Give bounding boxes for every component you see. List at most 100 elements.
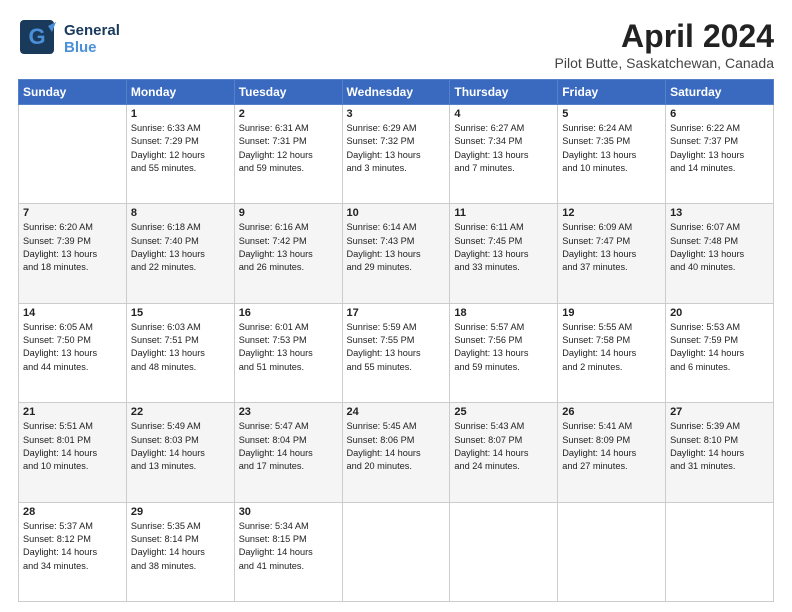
day-number: 13 <box>670 207 769 219</box>
day-number: 19 <box>562 307 661 319</box>
day-info: Sunrise: 6:07 AM Sunset: 7:48 PM Dayligh… <box>670 221 769 274</box>
calendar-cell: 9 Sunrise: 6:16 AM Sunset: 7:42 PM Daylig… <box>234 204 342 303</box>
day-info: Sunrise: 5:59 AM Sunset: 7:55 PM Dayligh… <box>347 321 446 374</box>
calendar-cell: 19Sunrise: 5:55 AM Sunset: 7:58 PM Dayli… <box>558 303 666 402</box>
day-info: Sunrise: 6:03 AM Sunset: 7:51 PM Dayligh… <box>131 321 230 374</box>
calendar-cell: 15 Sunrise: 6:03 AM Sunset: 7:51 PM Dayli… <box>126 303 234 402</box>
day-number: 7 <box>23 207 122 219</box>
logo: G General Blue <box>18 18 120 61</box>
day-number: 20 <box>670 307 769 319</box>
day-info: Sunrise: 6:33 AM Sunset: 7:29 PM Dayligh… <box>131 122 230 175</box>
day-number: 17 <box>347 307 446 319</box>
calendar-cell: 29 Sunrise: 5:35 AM Sunset: 8:14 PM Dayli… <box>126 502 234 601</box>
page: G General Blue April 2024 Pilot Butte, S… <box>0 0 792 612</box>
day-number: 25 <box>454 406 553 418</box>
calendar-week-row: 21 Sunrise: 5:51 AM Sunset: 8:01 PM Dayli… <box>19 403 774 502</box>
calendar-subtitle: Pilot Butte, Saskatchewan, Canada <box>555 55 774 71</box>
calendar-cell: 5 Sunrise: 6:24 AM Sunset: 7:35 PM Daylig… <box>558 105 666 204</box>
logo-icon: G <box>18 18 56 61</box>
calendar-cell <box>450 502 558 601</box>
calendar-cell: 7 Sunrise: 6:20 AM Sunset: 7:39 PM Daylig… <box>19 204 127 303</box>
header: G General Blue April 2024 Pilot Butte, S… <box>18 18 774 71</box>
day-info: Sunrise: 6:11 AM Sunset: 7:45 PM Dayligh… <box>454 221 553 274</box>
calendar-cell: 4 Sunrise: 6:27 AM Sunset: 7:34 PM Daylig… <box>450 105 558 204</box>
day-info: Sunrise: 6:20 AM Sunset: 7:39 PM Dayligh… <box>23 221 122 274</box>
calendar-cell: 17 Sunrise: 5:59 AM Sunset: 7:55 PM Dayli… <box>342 303 450 402</box>
day-info: Sunrise: 5:41 AM Sunset: 8:09 PM Dayligh… <box>562 420 661 473</box>
calendar-cell <box>19 105 127 204</box>
calendar-cell: 23 Sunrise: 5:47 AM Sunset: 8:04 PM Dayli… <box>234 403 342 502</box>
day-info: Sunrise: 6:24 AM Sunset: 7:35 PM Dayligh… <box>562 122 661 175</box>
calendar-week-row: 7 Sunrise: 6:20 AM Sunset: 7:39 PM Daylig… <box>19 204 774 303</box>
calendar-cell: 22Sunrise: 5:49 AM Sunset: 8:03 PM Dayli… <box>126 403 234 502</box>
calendar-cell: 27Sunrise: 5:39 AM Sunset: 8:10 PM Dayli… <box>666 403 774 502</box>
logo-blue-text: Blue <box>64 40 120 57</box>
day-info: Sunrise: 5:35 AM Sunset: 8:14 PM Dayligh… <box>131 520 230 573</box>
day-info: Sunrise: 5:57 AM Sunset: 7:56 PM Dayligh… <box>454 321 553 374</box>
day-number: 9 <box>239 207 338 219</box>
calendar-cell: 1 Sunrise: 6:33 AM Sunset: 7:29 PM Daylig… <box>126 105 234 204</box>
day-number: 27 <box>670 406 769 418</box>
calendar-cell: 16Sunrise: 6:01 AM Sunset: 7:53 PM Dayli… <box>234 303 342 402</box>
day-info: Sunrise: 5:34 AM Sunset: 8:15 PM Dayligh… <box>239 520 338 573</box>
calendar-cell <box>666 502 774 601</box>
calendar-day-header: Saturday <box>666 80 774 105</box>
calendar-cell: 12Sunrise: 6:09 AM Sunset: 7:47 PM Dayli… <box>558 204 666 303</box>
day-info: Sunrise: 6:29 AM Sunset: 7:32 PM Dayligh… <box>347 122 446 175</box>
calendar-day-header: Wednesday <box>342 80 450 105</box>
calendar-day-header: Tuesday <box>234 80 342 105</box>
day-number: 3 <box>347 108 446 120</box>
day-number: 5 <box>562 108 661 120</box>
day-info: Sunrise: 6:31 AM Sunset: 7:31 PM Dayligh… <box>239 122 338 175</box>
calendar-cell: 24 Sunrise: 5:45 AM Sunset: 8:06 PM Dayli… <box>342 403 450 502</box>
day-info: Sunrise: 6:01 AM Sunset: 7:53 PM Dayligh… <box>239 321 338 374</box>
day-number: 26 <box>562 406 661 418</box>
day-number: 4 <box>454 108 553 120</box>
calendar-week-row: 14Sunrise: 6:05 AM Sunset: 7:50 PM Dayli… <box>19 303 774 402</box>
calendar-cell: 11 Sunrise: 6:11 AM Sunset: 7:45 PM Dayli… <box>450 204 558 303</box>
calendar-cell: 21 Sunrise: 5:51 AM Sunset: 8:01 PM Dayli… <box>19 403 127 502</box>
calendar-title: April 2024 <box>555 18 774 55</box>
calendar-cell: 25 Sunrise: 5:43 AM Sunset: 8:07 PM Dayli… <box>450 403 558 502</box>
calendar-cell: 30 Sunrise: 5:34 AM Sunset: 8:15 PM Dayli… <box>234 502 342 601</box>
calendar-day-header: Friday <box>558 80 666 105</box>
day-number: 28 <box>23 506 122 518</box>
calendar-cell: 8Sunrise: 6:18 AM Sunset: 7:40 PM Daylig… <box>126 204 234 303</box>
day-number: 21 <box>23 406 122 418</box>
day-info: Sunrise: 5:47 AM Sunset: 8:04 PM Dayligh… <box>239 420 338 473</box>
calendar-day-header: Monday <box>126 80 234 105</box>
calendar-cell <box>342 502 450 601</box>
day-info: Sunrise: 6:22 AM Sunset: 7:37 PM Dayligh… <box>670 122 769 175</box>
day-info: Sunrise: 5:43 AM Sunset: 8:07 PM Dayligh… <box>454 420 553 473</box>
calendar-cell: 18Sunrise: 5:57 AM Sunset: 7:56 PM Dayli… <box>450 303 558 402</box>
day-info: Sunrise: 6:27 AM Sunset: 7:34 PM Dayligh… <box>454 122 553 175</box>
day-number: 10 <box>347 207 446 219</box>
calendar-day-header: Sunday <box>19 80 127 105</box>
day-number: 12 <box>562 207 661 219</box>
calendar-cell: 2Sunrise: 6:31 AM Sunset: 7:31 PM Daylig… <box>234 105 342 204</box>
day-info: Sunrise: 5:49 AM Sunset: 8:03 PM Dayligh… <box>131 420 230 473</box>
day-number: 11 <box>454 207 553 219</box>
calendar-cell: 6Sunrise: 6:22 AM Sunset: 7:37 PM Daylig… <box>666 105 774 204</box>
day-info: Sunrise: 6:16 AM Sunset: 7:42 PM Dayligh… <box>239 221 338 274</box>
calendar-cell: 14Sunrise: 6:05 AM Sunset: 7:50 PM Dayli… <box>19 303 127 402</box>
day-number: 1 <box>131 108 230 120</box>
day-number: 29 <box>131 506 230 518</box>
calendar-cell: 3 Sunrise: 6:29 AM Sunset: 7:32 PM Daylig… <box>342 105 450 204</box>
day-info: Sunrise: 5:51 AM Sunset: 8:01 PM Dayligh… <box>23 420 122 473</box>
calendar-week-row: 1 Sunrise: 6:33 AM Sunset: 7:29 PM Daylig… <box>19 105 774 204</box>
day-info: Sunrise: 5:37 AM Sunset: 8:12 PM Dayligh… <box>23 520 122 573</box>
day-number: 24 <box>347 406 446 418</box>
calendar-cell: 10 Sunrise: 6:14 AM Sunset: 7:43 PM Dayli… <box>342 204 450 303</box>
day-number: 30 <box>239 506 338 518</box>
calendar-cell: 26 Sunrise: 5:41 AM Sunset: 8:09 PM Dayli… <box>558 403 666 502</box>
calendar-cell: 20 Sunrise: 5:53 AM Sunset: 7:59 PM Dayli… <box>666 303 774 402</box>
day-number: 23 <box>239 406 338 418</box>
calendar-cell: 13 Sunrise: 6:07 AM Sunset: 7:48 PM Dayli… <box>666 204 774 303</box>
day-info: Sunrise: 6:14 AM Sunset: 7:43 PM Dayligh… <box>347 221 446 274</box>
calendar-day-header: Thursday <box>450 80 558 105</box>
day-number: 15 <box>131 307 230 319</box>
day-number: 14 <box>23 307 122 319</box>
day-info: Sunrise: 5:53 AM Sunset: 7:59 PM Dayligh… <box>670 321 769 374</box>
day-info: Sunrise: 5:45 AM Sunset: 8:06 PM Dayligh… <box>347 420 446 473</box>
